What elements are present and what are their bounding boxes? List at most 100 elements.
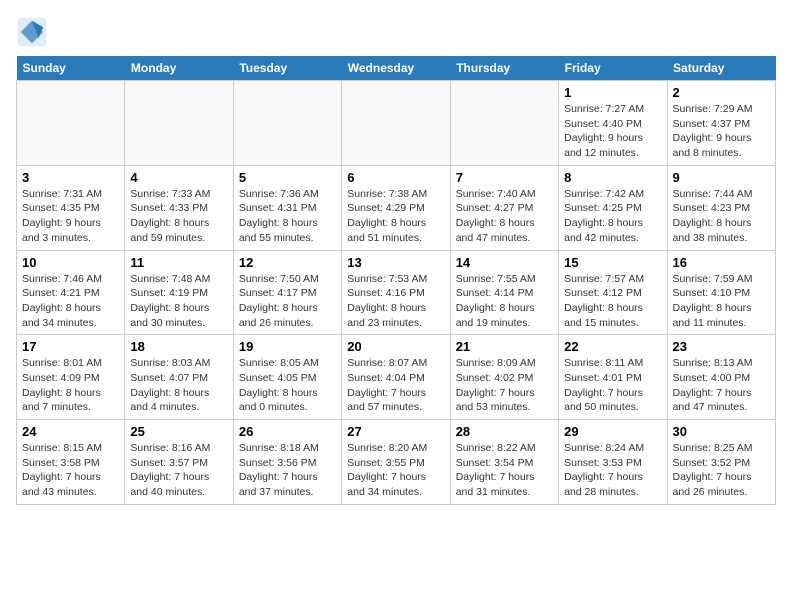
calendar-cell: 3 Sunrise: 7:31 AM Sunset: 4:35 PM Daylig…	[17, 165, 125, 250]
day-number: 24	[22, 424, 119, 439]
day-number: 4	[130, 170, 227, 185]
calendar-cell	[233, 81, 341, 166]
weekday-header-monday: Monday	[125, 56, 233, 81]
day-number: 19	[239, 339, 336, 354]
weekday-header-saturday: Saturday	[667, 56, 775, 81]
day-info: Sunrise: 8:09 AM Sunset: 4:02 PM Dayligh…	[456, 356, 553, 415]
weekday-header-thursday: Thursday	[450, 56, 558, 81]
day-number: 8	[564, 170, 661, 185]
calendar-cell: 13 Sunrise: 7:53 AM Sunset: 4:16 PM Dayli…	[342, 250, 450, 335]
day-number: 14	[456, 255, 553, 270]
calendar-cell: 26 Sunrise: 8:18 AM Sunset: 3:56 PM Dayli…	[233, 420, 341, 505]
day-info: Sunrise: 7:36 AM Sunset: 4:31 PM Dayligh…	[239, 187, 336, 246]
calendar-cell: 11Sunrise: 7:48 AM Sunset: 4:19 PM Dayli…	[125, 250, 233, 335]
day-info: Sunrise: 8:01 AM Sunset: 4:09 PM Dayligh…	[22, 356, 119, 415]
day-info: Sunrise: 7:33 AM Sunset: 4:33 PM Dayligh…	[130, 187, 227, 246]
calendar-cell: 28 Sunrise: 8:22 AM Sunset: 3:54 PM Dayli…	[450, 420, 558, 505]
day-info: Sunrise: 7:40 AM Sunset: 4:27 PM Dayligh…	[456, 187, 553, 246]
day-info: Sunrise: 7:59 AM Sunset: 4:10 PM Dayligh…	[673, 272, 770, 331]
day-info: Sunrise: 7:46 AM Sunset: 4:21 PM Dayligh…	[22, 272, 119, 331]
weekday-header-sunday: Sunday	[17, 56, 125, 81]
calendar-week-3: 10Sunrise: 7:46 AM Sunset: 4:21 PM Dayli…	[17, 250, 776, 335]
day-number: 16	[673, 255, 770, 270]
day-number: 15	[564, 255, 661, 270]
calendar-cell: 23 Sunrise: 8:13 AM Sunset: 4:00 PM Dayli…	[667, 335, 775, 420]
weekday-header-wednesday: Wednesday	[342, 56, 450, 81]
calendar-cell: 30 Sunrise: 8:25 AM Sunset: 3:52 PM Dayli…	[667, 420, 775, 505]
day-info: Sunrise: 8:03 AM Sunset: 4:07 PM Dayligh…	[130, 356, 227, 415]
day-info: Sunrise: 7:31 AM Sunset: 4:35 PM Dayligh…	[22, 187, 119, 246]
day-number: 2	[673, 85, 770, 100]
calendar-cell: 22Sunrise: 8:11 AM Sunset: 4:01 PM Dayli…	[559, 335, 667, 420]
day-number: 28	[456, 424, 553, 439]
logo	[16, 16, 52, 48]
calendar-cell: 5 Sunrise: 7:36 AM Sunset: 4:31 PM Daylig…	[233, 165, 341, 250]
calendar-cell: 6 Sunrise: 7:38 AM Sunset: 4:29 PM Daylig…	[342, 165, 450, 250]
weekday-header-tuesday: Tuesday	[233, 56, 341, 81]
day-number: 6	[347, 170, 444, 185]
day-info: Sunrise: 8:24 AM Sunset: 3:53 PM Dayligh…	[564, 441, 661, 500]
day-number: 30	[673, 424, 770, 439]
day-number: 9	[673, 170, 770, 185]
day-number: 3	[22, 170, 119, 185]
day-info: Sunrise: 8:13 AM Sunset: 4:00 PM Dayligh…	[673, 356, 770, 415]
calendar-cell: 14 Sunrise: 7:55 AM Sunset: 4:14 PM Dayli…	[450, 250, 558, 335]
page-header	[16, 16, 776, 48]
calendar-cell: 15 Sunrise: 7:57 AM Sunset: 4:12 PM Dayli…	[559, 250, 667, 335]
calendar-cell: 1Sunrise: 7:27 AM Sunset: 4:40 PM Daylig…	[559, 81, 667, 166]
day-info: Sunrise: 8:18 AM Sunset: 3:56 PM Dayligh…	[239, 441, 336, 500]
calendar-cell: 21 Sunrise: 8:09 AM Sunset: 4:02 PM Dayli…	[450, 335, 558, 420]
calendar-week-1: 1Sunrise: 7:27 AM Sunset: 4:40 PM Daylig…	[17, 81, 776, 166]
day-info: Sunrise: 7:57 AM Sunset: 4:12 PM Dayligh…	[564, 272, 661, 331]
day-number: 12	[239, 255, 336, 270]
day-info: Sunrise: 8:22 AM Sunset: 3:54 PM Dayligh…	[456, 441, 553, 500]
calendar-cell: 29 Sunrise: 8:24 AM Sunset: 3:53 PM Dayli…	[559, 420, 667, 505]
day-info: Sunrise: 7:50 AM Sunset: 4:17 PM Dayligh…	[239, 272, 336, 331]
calendar-cell: 20 Sunrise: 8:07 AM Sunset: 4:04 PM Dayli…	[342, 335, 450, 420]
calendar-cell: 12 Sunrise: 7:50 AM Sunset: 4:17 PM Dayli…	[233, 250, 341, 335]
day-number: 23	[673, 339, 770, 354]
calendar-week-2: 3 Sunrise: 7:31 AM Sunset: 4:35 PM Daylig…	[17, 165, 776, 250]
calendar-cell: 9Sunrise: 7:44 AM Sunset: 4:23 PM Daylig…	[667, 165, 775, 250]
day-info: Sunrise: 8:07 AM Sunset: 4:04 PM Dayligh…	[347, 356, 444, 415]
day-number: 13	[347, 255, 444, 270]
day-number: 17	[22, 339, 119, 354]
day-number: 25	[130, 424, 227, 439]
day-info: Sunrise: 8:15 AM Sunset: 3:58 PM Dayligh…	[22, 441, 119, 500]
weekday-header-friday: Friday	[559, 56, 667, 81]
day-number: 18	[130, 339, 227, 354]
day-number: 29	[564, 424, 661, 439]
calendar-cell: 7 Sunrise: 7:40 AM Sunset: 4:27 PM Daylig…	[450, 165, 558, 250]
day-number: 11	[130, 255, 227, 270]
calendar-cell	[450, 81, 558, 166]
calendar-cell: 27 Sunrise: 8:20 AM Sunset: 3:55 PM Dayli…	[342, 420, 450, 505]
day-number: 5	[239, 170, 336, 185]
calendar-cell: 2 Sunrise: 7:29 AM Sunset: 4:37 PM Daylig…	[667, 81, 775, 166]
day-number: 27	[347, 424, 444, 439]
calendar-cell: 18 Sunrise: 8:03 AM Sunset: 4:07 PM Dayli…	[125, 335, 233, 420]
day-number: 7	[456, 170, 553, 185]
calendar-cell: 16 Sunrise: 7:59 AM Sunset: 4:10 PM Dayli…	[667, 250, 775, 335]
day-number: 26	[239, 424, 336, 439]
calendar-cell	[17, 81, 125, 166]
calendar-cell	[125, 81, 233, 166]
calendar-week-5: 24 Sunrise: 8:15 AM Sunset: 3:58 PM Dayli…	[17, 420, 776, 505]
day-info: Sunrise: 7:29 AM Sunset: 4:37 PM Dayligh…	[673, 102, 770, 161]
day-info: Sunrise: 8:20 AM Sunset: 3:55 PM Dayligh…	[347, 441, 444, 500]
day-info: Sunrise: 7:38 AM Sunset: 4:29 PM Dayligh…	[347, 187, 444, 246]
calendar-week-4: 17 Sunrise: 8:01 AM Sunset: 4:09 PM Dayli…	[17, 335, 776, 420]
day-number: 1	[564, 85, 661, 100]
day-info: Sunrise: 8:11 AM Sunset: 4:01 PM Dayligh…	[564, 356, 661, 415]
day-info: Sunrise: 8:25 AM Sunset: 3:52 PM Dayligh…	[673, 441, 770, 500]
day-info: Sunrise: 7:55 AM Sunset: 4:14 PM Dayligh…	[456, 272, 553, 331]
day-number: 21	[456, 339, 553, 354]
day-info: Sunrise: 7:53 AM Sunset: 4:16 PM Dayligh…	[347, 272, 444, 331]
day-number: 20	[347, 339, 444, 354]
calendar-cell: 4 Sunrise: 7:33 AM Sunset: 4:33 PM Daylig…	[125, 165, 233, 250]
calendar-cell: 10Sunrise: 7:46 AM Sunset: 4:21 PM Dayli…	[17, 250, 125, 335]
calendar-cell: 19 Sunrise: 8:05 AM Sunset: 4:05 PM Dayli…	[233, 335, 341, 420]
calendar-cell: 25Sunrise: 8:16 AM Sunset: 3:57 PM Dayli…	[125, 420, 233, 505]
calendar-cell: 24 Sunrise: 8:15 AM Sunset: 3:58 PM Dayli…	[17, 420, 125, 505]
day-info: Sunrise: 8:05 AM Sunset: 4:05 PM Dayligh…	[239, 356, 336, 415]
calendar-table: SundayMondayTuesdayWednesdayThursdayFrid…	[16, 56, 776, 505]
